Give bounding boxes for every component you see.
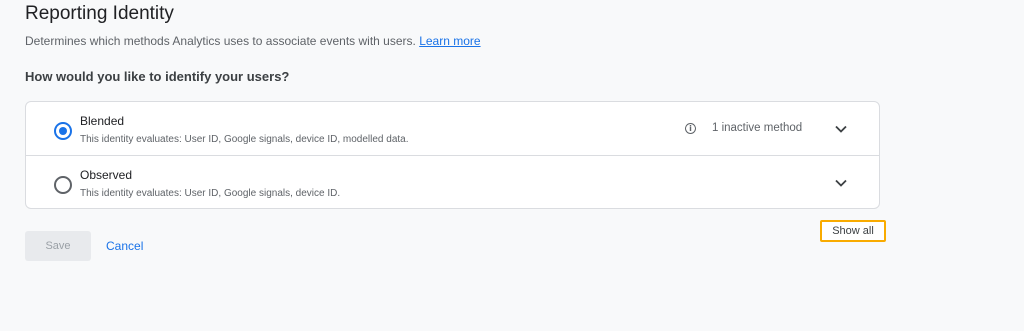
option-description: This identity evaluates: User ID, Google… (80, 134, 409, 145)
info-icon: i (685, 122, 696, 134)
reporting-identity-page: Reporting Identity Determines which meth… (0, 0, 1024, 331)
chevron-down-icon[interactable] (832, 120, 850, 138)
inactive-method-text: 1 inactive method (712, 122, 803, 134)
option-label: Observed (80, 168, 133, 182)
save-button[interactable]: Save (25, 231, 91, 261)
show-all-button[interactable]: Show all (820, 220, 886, 242)
chevron-down-icon[interactable] (832, 174, 850, 192)
description-text: Determines which methods Analytics uses … (25, 34, 416, 48)
option-observed[interactable]: Observed This identity evaluates: User I… (26, 156, 879, 210)
option-blended[interactable]: Blended This identity evaluates: User ID… (26, 102, 879, 156)
page-description: Determines which methods Analytics uses … (25, 34, 481, 48)
inactive-method-info: i 1 inactive method (685, 122, 802, 134)
identity-question: How would you like to identify your user… (25, 69, 290, 84)
option-description: This identity evaluates: User ID, Google… (80, 188, 341, 199)
identity-options-card: Blended This identity evaluates: User ID… (25, 101, 880, 209)
cancel-button[interactable]: Cancel (106, 231, 143, 261)
learn-more-link[interactable]: Learn more (419, 34, 480, 48)
page-title: Reporting Identity (25, 3, 174, 24)
radio-observed[interactable] (54, 176, 72, 194)
option-label: Blended (80, 114, 125, 128)
radio-blended[interactable] (54, 122, 72, 140)
